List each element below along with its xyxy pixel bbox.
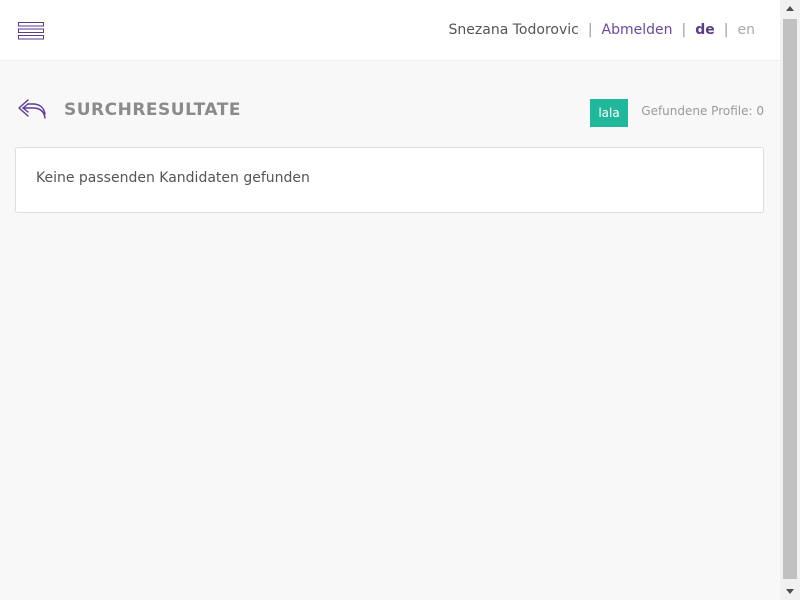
nav-separator: | bbox=[587, 22, 593, 38]
results-panel: Keine passenden Kandidaten gefunden bbox=[15, 147, 764, 213]
search-tag-badge[interactable]: lala bbox=[590, 99, 628, 127]
vertical-scrollbar[interactable] bbox=[780, 0, 800, 600]
empty-results-message: Keine passenden Kandidaten gefunden bbox=[36, 170, 310, 186]
page-title: SURCHRESULTATE bbox=[64, 100, 241, 120]
top-header: Snezana Todorovic | Abmelden | de | en bbox=[0, 0, 780, 61]
scroll-down-arrow-icon[interactable] bbox=[780, 583, 800, 600]
user-nav: Snezana Todorovic | Abmelden | de | en bbox=[449, 20, 755, 40]
page: Snezana Todorovic | Abmelden | de | en S… bbox=[0, 0, 780, 600]
nav-separator: | bbox=[723, 22, 729, 38]
hamburger-icon[interactable] bbox=[18, 22, 44, 40]
language-en-link[interactable]: en bbox=[738, 22, 756, 38]
found-profiles-count: Gefundene Profile: 0 bbox=[641, 104, 764, 118]
language-de-link[interactable]: de bbox=[695, 22, 715, 38]
user-name: Snezana Todorovic bbox=[448, 22, 579, 38]
logout-link[interactable]: Abmelden bbox=[602, 22, 673, 38]
nav-separator: | bbox=[681, 22, 687, 38]
scroll-up-arrow-icon[interactable] bbox=[780, 0, 800, 17]
scroll-thumb[interactable] bbox=[783, 19, 797, 579]
back-arrow-icon[interactable] bbox=[17, 97, 47, 121]
